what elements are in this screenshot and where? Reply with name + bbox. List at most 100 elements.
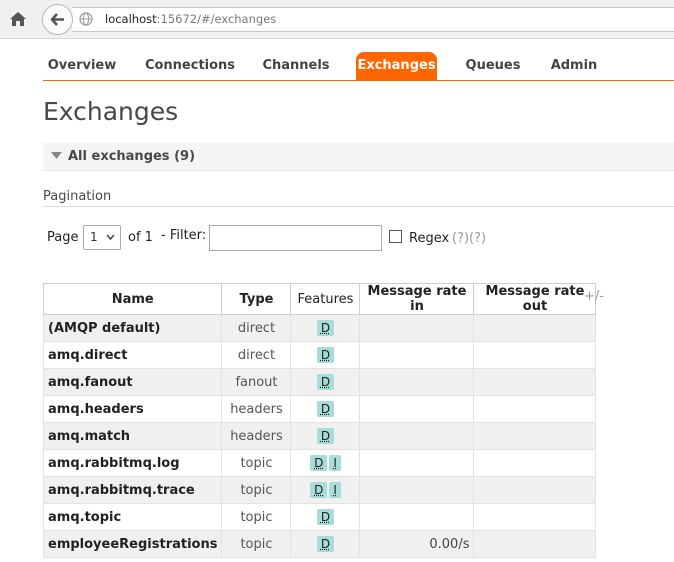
address-bar[interactable]: localhost:15672/#/exchanges xyxy=(72,7,674,32)
exchange-features: D xyxy=(291,423,360,450)
back-button[interactable] xyxy=(42,4,73,35)
exchange-name-link[interactable]: amq.fanout xyxy=(44,369,222,396)
message-rate-in xyxy=(360,504,474,531)
table-row: amq.rabbitmq.trace topic D I xyxy=(44,477,596,504)
feature-badge: D xyxy=(317,509,334,525)
back-arrow-icon xyxy=(49,11,66,28)
column-header-name[interactable]: Name xyxy=(44,284,222,315)
message-rate-in: 0.00/s xyxy=(360,531,474,558)
exchange-features: D xyxy=(291,504,360,531)
url-text: localhost:15672/#/exchanges xyxy=(105,12,276,26)
page-title: Exchanges xyxy=(43,97,178,126)
feature-badge: D xyxy=(310,482,327,498)
exchange-name-link[interactable]: amq.rabbitmq.log xyxy=(44,450,222,477)
message-rate-in xyxy=(360,477,474,504)
message-rate-in xyxy=(360,450,474,477)
table-row: amq.direct direct D xyxy=(44,342,596,369)
table-row: amq.match headers D xyxy=(44,423,596,450)
feature-badge: D xyxy=(317,320,334,336)
message-rate-out xyxy=(474,396,596,423)
exchange-features: D xyxy=(291,396,360,423)
page-select-value: 1 xyxy=(90,230,98,244)
message-rate-out xyxy=(474,450,596,477)
feature-badge: D xyxy=(317,536,334,552)
message-rate-in xyxy=(360,315,474,342)
tab-queues[interactable]: Queues xyxy=(463,52,523,80)
filter-label: - Filter: xyxy=(161,228,206,243)
message-rate-in xyxy=(360,342,474,369)
regex-label: Regex xyxy=(409,231,449,246)
column-toggle-button[interactable]: +/- xyxy=(584,289,604,304)
table-row: amq.topic topic D xyxy=(44,504,596,531)
exchange-features: D xyxy=(291,531,360,558)
feature-badge: D xyxy=(317,428,334,444)
exchange-name-link[interactable]: amq.rabbitmq.trace xyxy=(44,477,222,504)
column-header-type[interactable]: Type xyxy=(222,284,291,315)
message-rate-out xyxy=(474,315,596,342)
section-label: All exchanges (9) xyxy=(68,149,195,164)
message-rate-out xyxy=(474,423,596,450)
table-row: (AMQP default) direct D xyxy=(44,315,596,342)
filter-input[interactable] xyxy=(209,225,382,251)
exchange-type: topic xyxy=(222,477,291,504)
regex-checkbox[interactable] xyxy=(389,230,402,243)
message-rate-out xyxy=(474,477,596,504)
exchanges-table: Name Type Features Message rate in Messa… xyxy=(43,283,596,558)
browser-toolbar: localhost:15672/#/exchanges xyxy=(0,0,674,39)
table-header-row: Name Type Features Message rate in Messa… xyxy=(44,284,596,315)
column-header-rate-in: Message rate in xyxy=(360,284,474,315)
exchange-features: D xyxy=(291,315,360,342)
table-row: amq.rabbitmq.log topic D I xyxy=(44,450,596,477)
table-row: amq.fanout fanout D xyxy=(44,369,596,396)
exchange-type: fanout xyxy=(222,369,291,396)
exchange-name-link[interactable]: amq.direct xyxy=(44,342,222,369)
regex-help-link[interactable]: (?)(?) xyxy=(452,231,486,246)
exchange-name-link[interactable]: amq.headers xyxy=(44,396,222,423)
exchange-type: direct xyxy=(222,342,291,369)
exchange-name-link[interactable]: (AMQP default) xyxy=(44,315,222,342)
column-header-rate-out: Message rate out xyxy=(474,284,596,315)
home-icon[interactable] xyxy=(8,9,28,29)
tab-admin[interactable]: Admin xyxy=(549,52,599,80)
exchange-features: DI xyxy=(291,450,360,477)
table-row: employeeRegistrations topic D 0.00/s xyxy=(44,531,596,558)
message-rate-in xyxy=(360,369,474,396)
message-rate-in xyxy=(360,396,474,423)
feature-badge: D xyxy=(310,455,327,471)
tab-overview[interactable]: Overview xyxy=(43,52,121,80)
message-rate-out xyxy=(474,342,596,369)
pagination-label: Pagination xyxy=(43,189,111,204)
exchange-name-link[interactable]: amq.match xyxy=(44,423,222,450)
column-header-features: Features xyxy=(291,284,360,315)
exchange-name-link[interactable]: amq.topic xyxy=(44,504,222,531)
message-rate-out xyxy=(474,504,596,531)
exchange-type: headers xyxy=(222,396,291,423)
exchange-features: D xyxy=(291,369,360,396)
page-label: Page xyxy=(47,230,78,245)
feature-badge: I xyxy=(329,455,341,471)
tab-channels[interactable]: Channels xyxy=(261,52,331,80)
exchange-type: headers xyxy=(222,423,291,450)
divider xyxy=(43,206,674,207)
tab-connections[interactable]: Connections xyxy=(144,52,236,80)
page-select[interactable]: 1 xyxy=(83,225,121,250)
exchange-name-link[interactable]: employeeRegistrations xyxy=(44,531,222,558)
feature-badge: D xyxy=(317,347,334,363)
main-nav: Overview Connections Channels Exchanges … xyxy=(43,50,674,81)
exchange-type: topic xyxy=(222,531,291,558)
exchange-type: topic xyxy=(222,450,291,477)
feature-badge: D xyxy=(317,401,334,417)
tab-exchanges[interactable]: Exchanges xyxy=(356,52,437,80)
chevron-down-icon xyxy=(106,234,115,240)
exchange-features: DI xyxy=(291,477,360,504)
exchange-type: topic xyxy=(222,504,291,531)
table-row: amq.headers headers D xyxy=(44,396,596,423)
exchange-type: direct xyxy=(222,315,291,342)
globe-icon xyxy=(79,12,93,26)
all-exchanges-toggle[interactable]: All exchanges (9) xyxy=(43,143,674,171)
exchange-features: D xyxy=(291,342,360,369)
message-rate-out xyxy=(474,531,596,558)
collapse-triangle-icon xyxy=(51,152,62,160)
feature-badge: I xyxy=(329,482,341,498)
message-rate-out xyxy=(474,369,596,396)
